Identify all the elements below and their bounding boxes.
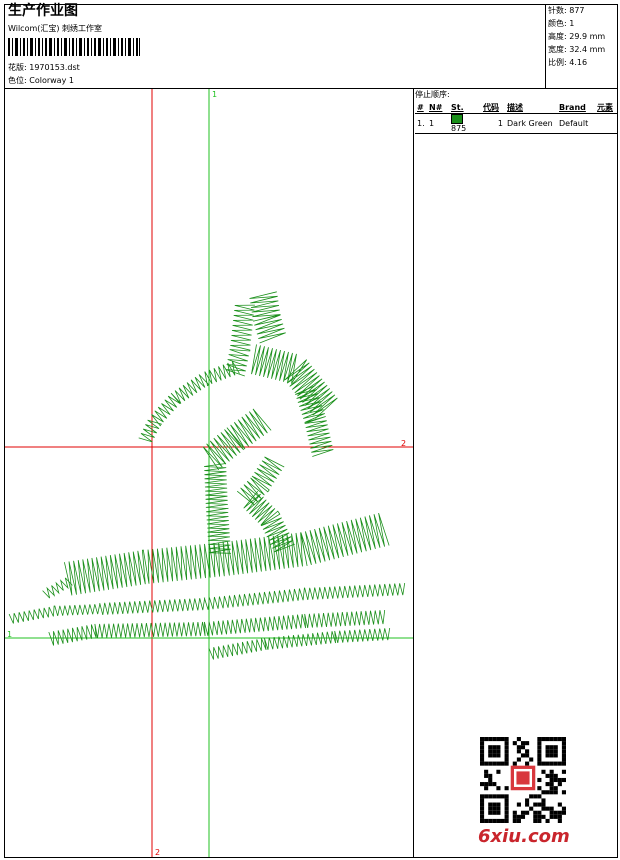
surfer-stitch-design — [8, 291, 406, 660]
marker-right: 2 — [401, 439, 406, 448]
barcode — [8, 38, 140, 56]
stitch-run — [249, 291, 286, 344]
design-value: 1970153.dst — [29, 63, 80, 72]
colorway-label: 色位: — [8, 76, 27, 85]
stat-row: 颜色: 1 — [548, 19, 575, 28]
stitch-run — [225, 304, 255, 377]
stat-row: 针数: 877 — [548, 6, 585, 15]
stat-row: 高度: 29.9 mm — [548, 32, 606, 41]
stat-row: 比例: 4.16 — [548, 58, 588, 67]
marker-left: 1 — [7, 630, 12, 639]
stitch-run — [64, 512, 390, 596]
design-label: 花版: — [8, 63, 27, 72]
colorway: 色位: Colorway 1 — [8, 76, 74, 86]
stitch-run — [236, 456, 285, 506]
table-row[interactable]: 1. 1 875 1 Dark Green Default — [415, 113, 617, 134]
thread-color-swatch — [451, 114, 463, 124]
stitch-run — [251, 344, 338, 419]
stitch-run — [204, 463, 232, 554]
stats-list: 针数: 877 颜色: 1 高度: 29.9 mm 宽度: 32.4 mm 比例… — [548, 4, 616, 69]
marker-top: 1 — [212, 90, 217, 99]
company-name: Wilcom(汇宝) 刺绣工作室 — [8, 24, 103, 33]
stitch-run — [202, 408, 272, 471]
stitch-run — [42, 577, 73, 599]
stitch-run — [99, 582, 406, 616]
page-title: 生产作业图 — [8, 3, 78, 19]
stop-sequence-table: # N# St. 代码 描述 Brand 元素 1. 1 875 1 Dark … — [415, 101, 617, 134]
design-file: 花版: 1970153.dst — [8, 63, 80, 73]
stop-sequence-title: 停止顺序: — [415, 90, 450, 99]
embroidery-canvas: 1 2 1 2 — [5, 89, 413, 857]
table-header-row: # N# St. 代码 描述 Brand 元素 — [415, 101, 617, 114]
marker-bottom: 2 — [155, 848, 160, 857]
colorway-value: Colorway 1 — [29, 76, 74, 85]
stat-row: 宽度: 32.4 mm — [548, 45, 606, 54]
watermark-site: 6xiu.com — [478, 826, 570, 847]
stitch-run — [8, 603, 101, 624]
qr-code — [480, 737, 566, 823]
